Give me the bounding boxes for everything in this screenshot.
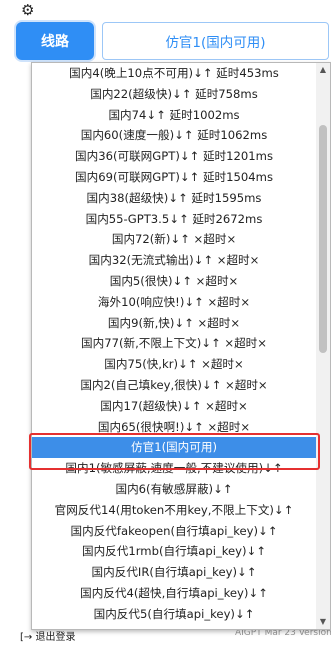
route-option[interactable]: 国内55-GPT3.5↓↑ 延时2672ms [32,209,316,230]
route-option[interactable]: 国内77(新,不限上下文)↓↑ ×超时× [32,333,316,354]
route-option[interactable]: 海外10(响应快!)↓↑ ×超时× [32,292,316,313]
route-option[interactable]: 国内反代4(超快,自行填api_key)↓↑ [32,583,316,604]
route-dropdown: 国内4(晚上10点不可用)↓↑ 延时453ms 国内22(超级快)↓↑ 延时758… [31,62,331,630]
route-option[interactable]: 国内1(敏感屏蔽,速度一般,不建议使用)↓↑ [32,458,316,479]
route-option[interactable]: 国内32(无流式输出)↓↑ ×超时× [32,250,316,271]
scroll-up-icon[interactable]: ▲ [316,63,330,77]
route-option[interactable]: 国内72(新)↓↑ ×超时× [32,229,316,250]
route-option[interactable]: 国内65(很快啊!)↓↑ ×超时× [32,417,316,438]
route-option[interactable]: 国内22(超级快)↓↑ 延时758ms [32,84,316,105]
route-option[interactable]: 国内6(有敏感屏蔽)↓↑ [32,479,316,500]
route-option[interactable]: 国内38(超级快)↓↑ 延时1595ms [32,188,316,209]
route-option[interactable]: 国内74↓↑ 延时1002ms [32,105,316,126]
route-button[interactable]: 线路 [16,22,94,60]
route-option[interactable]: 国内反代5(自行填api_key)↓↑ [32,604,316,625]
route-option[interactable]: 国内5(很快)↓↑ ×超时× [32,271,316,292]
logout-link[interactable]: [→ 退出登录 [20,628,75,643]
dropdown-scrollbar[interactable]: ▲ ▼ [316,63,330,629]
route-option[interactable]: 国内2(自己填key,很快)↓↑ ×超时× [32,375,316,396]
gear-icon[interactable]: ⚙ [21,2,37,18]
scroll-down-icon[interactable]: ▼ [316,615,330,629]
route-option[interactable]: 仿官1(国内可用) [32,437,316,459]
route-option[interactable]: 官网反代14(用token不用key,不限上下文)↓↑ [32,500,316,521]
route-option[interactable]: 国内4(晚上10点不可用)↓↑ 延时453ms [32,63,316,84]
route-option[interactable]: 国内反代fakeopen(自行填api_key)↓↑ [32,521,316,542]
route-option[interactable]: 国内60(速度一般)↓↑ 延时1062ms [32,125,316,146]
route-option[interactable]: 国内17(超级快)↓↑ ×超时× [32,396,316,417]
route-select[interactable]: 仿官1(国内可用) [102,22,329,60]
route-option[interactable]: 国内69(可联网GPT)↓↑ 延时1504ms [32,167,316,188]
route-option-list: 国内4(晚上10点不可用)↓↑ 延时453ms 国内22(超级快)↓↑ 延时758… [32,63,316,625]
route-option[interactable]: 国内反代1rmb(自行填api_key)↓↑ [32,541,316,562]
route-option[interactable]: 国内36(可联网GPT)↓↑ 延时1201ms [32,146,316,167]
scroll-thumb[interactable] [319,125,327,353]
route-option[interactable]: 国内75(快,kr)↓↑ ×超时× [32,354,316,375]
route-option[interactable]: 国内反代IR(自行填api_key)↓↑ [32,562,316,583]
route-option[interactable]: 国内9(新,快)↓↑ ×超时× [32,313,316,334]
